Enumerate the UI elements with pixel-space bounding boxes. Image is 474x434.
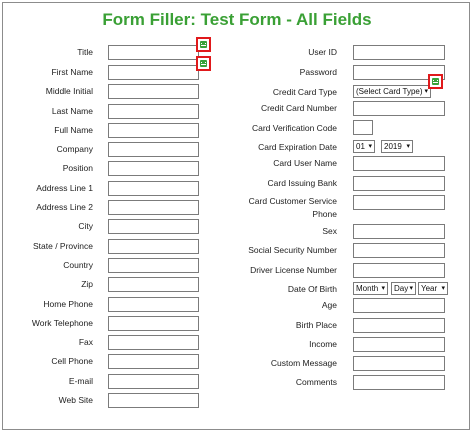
dob-month-select[interactable]: Month ▾ — [353, 282, 388, 295]
comments-label: Comments — [295, 377, 337, 387]
last-name-label: Last Name — [51, 106, 93, 116]
chevron-down-icon: ▾ — [409, 285, 413, 292]
web-site-input[interactable] — [108, 393, 199, 408]
form-filler-icon — [432, 78, 439, 85]
card-customer-service-phone-label: Card Customer Service Phone — [248, 196, 337, 219]
chevron-down-icon: ▾ — [368, 143, 372, 150]
card-user-name-label: Card User Name — [273, 158, 337, 168]
card-issuing-bank-input[interactable] — [353, 176, 445, 191]
social-security-number-input[interactable] — [353, 243, 445, 258]
middle-initial-input[interactable] — [108, 84, 199, 99]
user-id-input[interactable] — [353, 45, 445, 60]
sex-label: Sex — [322, 226, 337, 236]
form-filler-badge[interactable] — [196, 56, 211, 71]
birth-place-label: Birth Place — [295, 320, 337, 330]
country-input[interactable] — [108, 258, 199, 273]
custom-message-input[interactable] — [353, 356, 445, 371]
full-name-input[interactable] — [108, 123, 199, 138]
dob-month-value: Month — [356, 284, 379, 293]
password-label: Password — [299, 67, 337, 77]
address-line-1-label: Address Line 1 — [36, 183, 93, 193]
middle-initial-label: Middle Initial — [45, 86, 93, 96]
card-verification-code-label: Card Verification Code — [251, 123, 337, 133]
card-verification-code-input[interactable] — [353, 120, 373, 135]
home-phone-input[interactable] — [108, 297, 199, 312]
exp-year-select[interactable]: 2019 ▾ — [381, 140, 413, 153]
first-name-label: First Name — [51, 67, 93, 77]
income-label: Income — [309, 339, 337, 349]
form-filler-badge[interactable] — [196, 37, 211, 52]
sex-input[interactable] — [353, 224, 445, 239]
form-filler-icon — [200, 41, 207, 48]
credit-card-number-label: Credit Card Number — [260, 103, 337, 113]
dob-year-select[interactable]: Year ▾ — [418, 282, 448, 295]
position-label: Position — [62, 163, 93, 173]
state-province-input[interactable] — [108, 239, 199, 254]
user-id-label: User ID — [308, 47, 337, 57]
position-input[interactable] — [108, 161, 199, 176]
cell-phone-input[interactable] — [108, 354, 199, 369]
card-user-name-input[interactable] — [353, 156, 445, 171]
comments-input[interactable] — [353, 375, 445, 390]
address-line-2-input[interactable] — [108, 200, 199, 215]
address-line-1-input[interactable] — [108, 181, 199, 196]
credit-card-number-input[interactable] — [353, 101, 445, 116]
date-of-birth-label: Date Of Birth — [287, 284, 337, 294]
home-phone-label: Home Phone — [43, 299, 93, 309]
credit-card-type-value: (Select Card Type) — [356, 87, 423, 96]
zip-label: Zip — [81, 279, 93, 289]
first-name-input[interactable] — [108, 65, 199, 80]
custom-message-label: Custom Message — [270, 358, 337, 368]
chevron-down-icon: ▾ — [381, 285, 385, 292]
chevron-down-icon: ▾ — [406, 143, 410, 150]
work-telephone-label: Work Telephone — [31, 318, 93, 328]
social-security-number-label: Social Security Number — [248, 245, 337, 255]
fax-label: Fax — [78, 337, 93, 347]
form-filler-icon — [200, 60, 207, 67]
credit-card-type-select[interactable]: (Select Card Type) ▾ — [353, 85, 431, 98]
full-name-label: Full Name — [54, 125, 93, 135]
dob-day-value: Day — [394, 284, 409, 293]
city-input[interactable] — [108, 219, 199, 234]
dob-day-select[interactable]: Day ▾ — [391, 282, 416, 295]
age-input[interactable] — [353, 298, 445, 313]
card-issuing-bank-label: Card Issuing Bank — [267, 178, 337, 188]
exp-month-select[interactable]: 01 ▾ — [353, 140, 375, 153]
last-name-input[interactable] — [108, 104, 199, 119]
e-mail-label: E-mail — [68, 376, 93, 386]
fax-input[interactable] — [108, 335, 199, 350]
web-site-label: Web Site — [58, 395, 93, 405]
zip-input[interactable] — [108, 277, 199, 292]
dob-year-value: Year — [421, 284, 438, 293]
driver-license-number-input[interactable] — [353, 263, 445, 278]
driver-license-number-label: Driver License Number — [250, 265, 337, 275]
birth-place-input[interactable] — [353, 318, 445, 333]
credit-card-type-label: Credit Card Type — [272, 87, 337, 97]
cell-phone-label: Cell Phone — [51, 356, 93, 366]
chevron-down-icon: ▾ — [441, 285, 445, 292]
exp-month-value: 01 — [356, 142, 365, 151]
title-input[interactable] — [108, 45, 199, 60]
e-mail-input[interactable] — [108, 374, 199, 389]
city-label: City — [78, 221, 93, 231]
company-input[interactable] — [108, 142, 199, 157]
page-title: Form Filler: Test Form - All Fields — [102, 10, 372, 29]
form-filler-badge[interactable] — [428, 74, 443, 89]
address-line-2-label: Address Line 2 — [36, 202, 93, 212]
age-label: Age — [321, 300, 337, 310]
title-label: Title — [77, 47, 93, 57]
country-label: Country — [63, 260, 93, 270]
state-province-label: State / Province — [32, 241, 93, 251]
exp-year-value: 2019 — [384, 142, 402, 151]
work-telephone-input[interactable] — [108, 316, 199, 331]
company-label: Company — [56, 144, 93, 154]
income-input[interactable] — [353, 337, 445, 352]
card-customer-service-phone-input[interactable] — [353, 195, 445, 210]
card-expiration-date-label: Card Expiration Date — [258, 142, 337, 152]
